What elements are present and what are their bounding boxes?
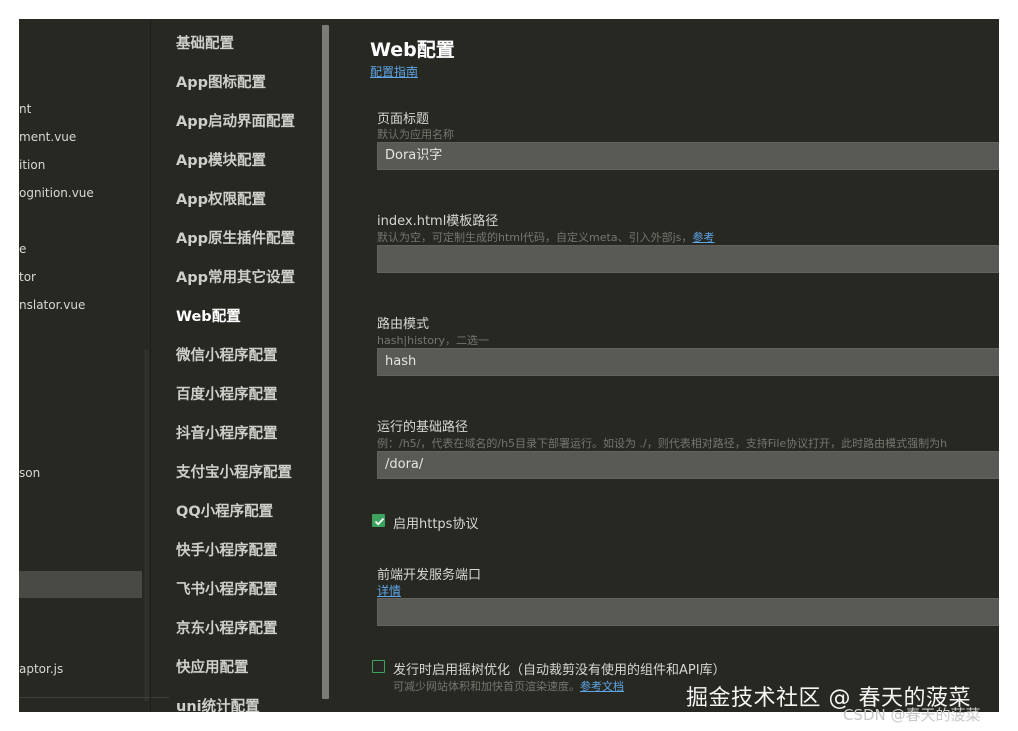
file-tree-item[interactable]: ognition.vue bbox=[19, 183, 143, 203]
nav-item-app-other[interactable]: App常用其它设置 bbox=[176, 266, 295, 290]
dev-port-input[interactable] bbox=[377, 598, 999, 626]
nav-item-kuaishou-mp[interactable]: 快手小程序配置 bbox=[176, 539, 278, 563]
file-tree-item[interactable]: nt bbox=[19, 99, 143, 119]
base-path-label: 运行的基础路径 bbox=[377, 420, 469, 435]
nav-item-baidu-mp[interactable]: 百度小程序配置 bbox=[176, 383, 278, 407]
web-settings-panel: Web配置 配置指南 页面标题 默认为应用名称 Dora识字 index.htm… bbox=[349, 19, 999, 712]
config-guide-link[interactable]: 配置指南 bbox=[370, 63, 418, 80]
base-path-hint: 例：/h5/，代表在域名的/h5目录下部署运行。如设为 ./，则代表相对路径，支… bbox=[377, 437, 948, 450]
file-tree-item[interactable]: nslator.vue bbox=[19, 295, 143, 315]
nav-item-app-icon[interactable]: App图标配置 bbox=[176, 71, 266, 95]
tree-shaking-checkbox[interactable] bbox=[372, 660, 385, 673]
file-tree-item[interactable]: ment.vue bbox=[19, 127, 143, 147]
nav-item-feishu-mp[interactable]: 飞书小程序配置 bbox=[176, 578, 278, 602]
tree-shaking-hint-text: 可减少网站体积和加快首页渲染速度。 bbox=[393, 680, 580, 693]
index-template-hint: 默认为空，可定制生成的html代码，自定义meta、引入外部js，参考 bbox=[377, 229, 997, 245]
index-template-input[interactable] bbox=[377, 245, 999, 273]
index-template-hint-text: 默认为空，可定制生成的html代码，自定义meta、引入外部js， bbox=[377, 231, 693, 244]
page-title-hint: 默认为应用名称 bbox=[377, 128, 454, 141]
file-tree-item[interactable]: son bbox=[19, 463, 143, 483]
page-title-input[interactable]: Dora识字 bbox=[377, 142, 999, 170]
nav-item-app-native-plugins[interactable]: App原生插件配置 bbox=[176, 227, 295, 251]
base-path-input[interactable]: /dora/ bbox=[377, 451, 999, 479]
page-title-label: 页面标题 bbox=[377, 112, 430, 127]
nav-item-qq-mp[interactable]: QQ小程序配置 bbox=[176, 500, 273, 524]
project-file-tree: nt ment.vue ition ognition.vue e tor nsl… bbox=[19, 19, 169, 712]
watermark-sub: CSDN @春天的菠菜 bbox=[843, 706, 981, 724]
dev-port-label: 前端开发服务端口 bbox=[377, 568, 482, 583]
nav-item-quickapp[interactable]: 快应用配置 bbox=[176, 656, 249, 680]
file-tree-item[interactable]: e bbox=[19, 239, 143, 259]
nav-item-basic[interactable]: 基础配置 bbox=[176, 32, 234, 56]
manifest-settings-nav: 基础配置 App图标配置 App启动界面配置 App模块配置 App权限配置 A… bbox=[169, 19, 331, 712]
https-checkbox[interactable] bbox=[372, 514, 385, 527]
nav-item-app-permissions[interactable]: App权限配置 bbox=[176, 188, 266, 212]
https-label: 启用https协议 bbox=[393, 517, 479, 532]
file-tree-item[interactable]: tor bbox=[19, 267, 143, 287]
dev-port-details-link[interactable]: 详情 bbox=[377, 582, 401, 599]
panel-divider[interactable] bbox=[150, 19, 151, 712]
router-mode-label: 路由模式 bbox=[377, 317, 430, 332]
nav-item-alipay-mp[interactable]: 支付宝小程序配置 bbox=[176, 461, 292, 485]
tree-shaking-docs-link[interactable]: 参考文档 bbox=[580, 680, 624, 693]
nav-item-app-modules[interactable]: App模块配置 bbox=[176, 149, 266, 173]
router-mode-hint: hash|history，二选一 bbox=[377, 334, 489, 347]
page-title: Web配置 bbox=[370, 39, 455, 61]
router-mode-input[interactable]: hash bbox=[377, 348, 999, 376]
check-icon bbox=[374, 517, 385, 526]
hbuilderx-window: nt ment.vue ition ognition.vue e tor nsl… bbox=[19, 19, 999, 712]
nav-item-app-splash[interactable]: App启动界面配置 bbox=[176, 110, 295, 134]
index-template-reference-link[interactable]: 参考 bbox=[692, 231, 714, 244]
nav-item-wechat-mp[interactable]: 微信小程序配置 bbox=[176, 344, 278, 368]
file-tree-divider bbox=[19, 697, 169, 698]
file-tree-scrollbar[interactable] bbox=[144, 349, 149, 701]
nav-item-web[interactable]: Web配置 bbox=[176, 305, 241, 329]
file-tree-item[interactable]: ition bbox=[19, 155, 143, 175]
nav-item-douyin-mp[interactable]: 抖音小程序配置 bbox=[176, 422, 278, 446]
index-template-label: index.html模板路径 bbox=[377, 214, 499, 229]
file-tree-item[interactable]: aptor.js bbox=[19, 659, 143, 679]
tree-shaking-label: 发行时启用摇树优化（自动裁剪没有使用的组件和API库） bbox=[393, 663, 726, 678]
nav-item-uni-stat[interactable]: uni统计配置 bbox=[176, 695, 260, 712]
nav-item-jd-mp[interactable]: 京东小程序配置 bbox=[176, 617, 278, 641]
settings-nav-scrollbar[interactable] bbox=[322, 25, 329, 699]
file-tree-selected-row[interactable] bbox=[19, 571, 142, 598]
